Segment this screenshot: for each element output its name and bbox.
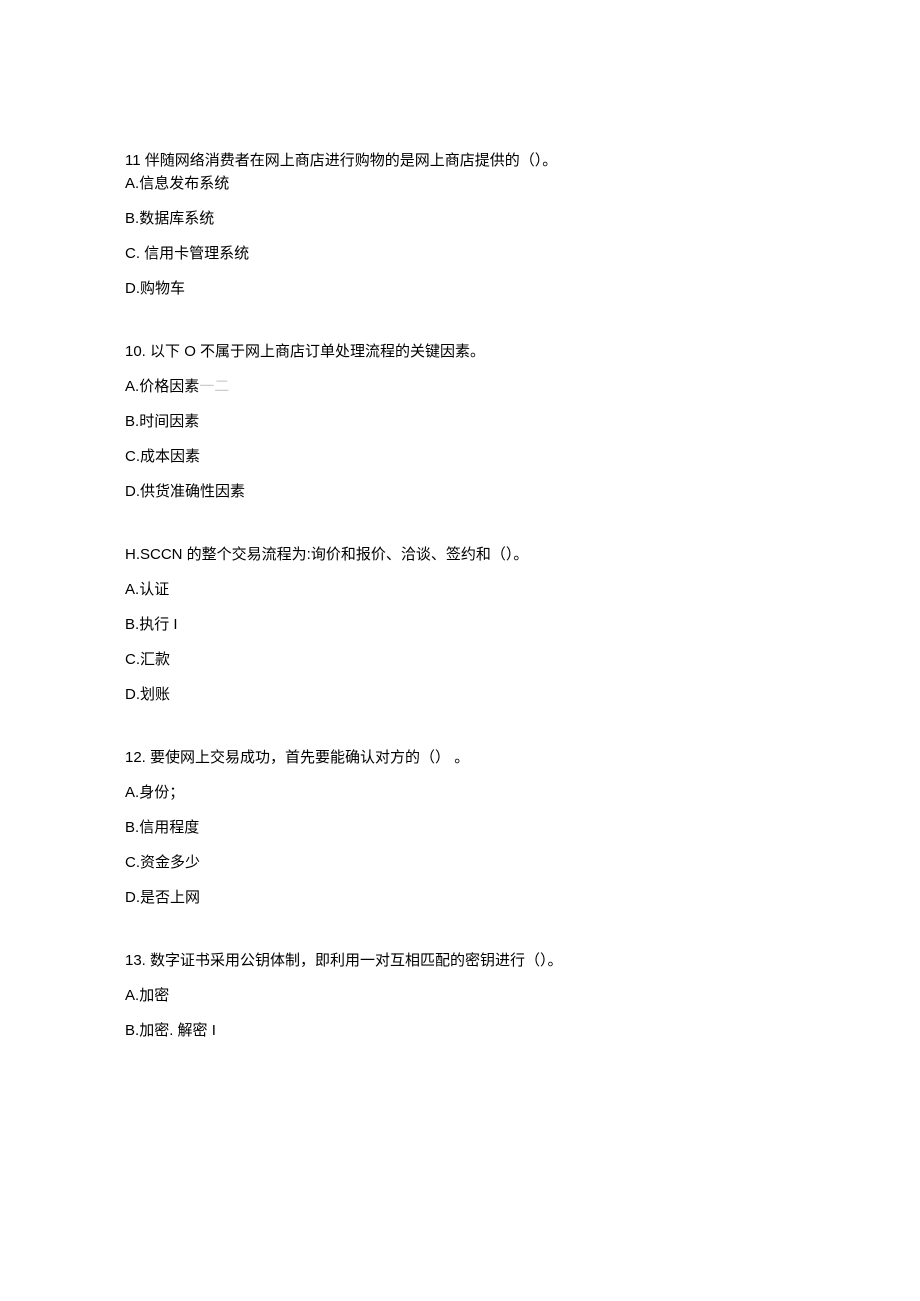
option-key: C [125,651,136,668]
option-text: 价格因素 [139,378,199,395]
option-text: 时间因素 [139,413,199,430]
option-a: A.价格因素一二 [125,376,795,397]
question-text: 13. 数字证书采用公钥体制，即利用一对互相匹配的密钥进行（）。 [125,950,795,971]
option-key: B [125,210,135,227]
option-b: B.数据库系统 [125,208,795,229]
option-text: 信息发布系统 [139,175,229,192]
option-b: B.加密. 解密 I [125,1020,795,1041]
option-a: A.身份； [125,782,795,803]
question-13: 13. 数字证书采用公钥体制，即利用一对互相匹配的密钥进行（）。 A.加密 B.… [125,950,795,1041]
question-stem: 要使网上交易成功，首先要能确认对方的（） 。 [150,749,469,766]
option-text: 信用卡管理系统 [140,245,249,262]
option-d: D.划账 [125,684,795,705]
question-h: H.SCCN 的整个交易流程为:询价和报价、洽谈、签约和（）。 A.认证 B.执… [125,544,795,705]
question-number: H. [125,546,140,563]
option-text: 资金多少 [140,854,200,871]
question-text: H.SCCN 的整个交易流程为:询价和报价、洽谈、签约和（）。 [125,544,795,565]
question-12: 12. 要使网上交易成功，首先要能确认对方的（） 。 A.身份； B.信用程度 … [125,747,795,908]
option-b: B.执行 I [125,614,795,635]
option-key: B [125,819,135,836]
question-10: 10. 以下 O 不属于网上商店订单处理流程的关键因素。 A.价格因素一二 B.… [125,341,795,502]
option-text: 加密. 解密 I [139,1022,216,1039]
option-text: 身份； [139,784,184,801]
option-a: A.信息发布系统 [125,173,795,194]
option-b: B.时间因素 [125,411,795,432]
option-faint: 一二 [199,378,229,395]
question-stem: 以下 O 不属于网上商店订单处理流程的关键因素。 [150,343,485,360]
question-number: 13. [125,952,146,969]
option-c: C.汇款 [125,649,795,670]
option-text: 加密 [139,987,169,1004]
question-stem: SCCN 的整个交易流程为:询价和报价、洽谈、签约和（）。 [140,546,528,563]
option-key: C [125,854,136,871]
option-c: C. 信用卡管理系统 [125,243,795,264]
option-text: 汇款 [140,651,170,668]
option-text: 成本因素 [140,448,200,465]
question-text: 10. 以下 O 不属于网上商店订单处理流程的关键因素。 [125,341,795,362]
option-key: A [125,175,135,192]
option-key: A [125,784,135,801]
question-number: 11 [125,152,141,169]
option-b: B.信用程度 [125,817,795,838]
option-key: D [125,483,136,500]
option-key: B [125,413,135,430]
option-a: A.加密 [125,985,795,1006]
option-text: 执行 I [139,616,177,633]
option-d: D.供货准确性因素 [125,481,795,502]
option-text: 信用程度 [139,819,199,836]
option-key: B [125,616,135,633]
question-number: 10. [125,343,146,360]
question-text: 11 伴随网络消费者在网上商店进行购物的是网上商店提供的（）。 [125,150,795,171]
option-text: 划账 [140,686,170,703]
option-a: A.认证 [125,579,795,600]
option-key: D [125,686,136,703]
question-stem: 数字证书采用公钥体制，即利用一对互相匹配的密钥进行（）。 [150,952,563,969]
question-number: 12. [125,749,146,766]
option-d: D.是否上网 [125,887,795,908]
option-text: 供货准确性因素 [140,483,245,500]
option-text: 是否上网 [140,889,200,906]
option-key: A [125,581,135,598]
option-key: C [125,448,136,465]
option-key: A [125,378,135,395]
question-11: 11 伴随网络消费者在网上商店进行购物的是网上商店提供的（）。 A.信息发布系统… [125,150,795,299]
option-d: D.购物车 [125,278,795,299]
option-text: 认证 [139,581,169,598]
option-text: 数据库系统 [139,210,214,227]
option-key: A [125,987,135,1004]
question-text: 12. 要使网上交易成功，首先要能确认对方的（） 。 [125,747,795,768]
question-stem: 伴随网络消费者在网上商店进行购物的是网上商店提供的（）。 [145,152,558,169]
option-key: D [125,280,136,297]
option-text: 购物车 [140,280,185,297]
option-key: D [125,889,136,906]
option-c: C.成本因素 [125,446,795,467]
option-key: C [125,245,136,262]
option-key: B [125,1022,135,1039]
option-c: C.资金多少 [125,852,795,873]
